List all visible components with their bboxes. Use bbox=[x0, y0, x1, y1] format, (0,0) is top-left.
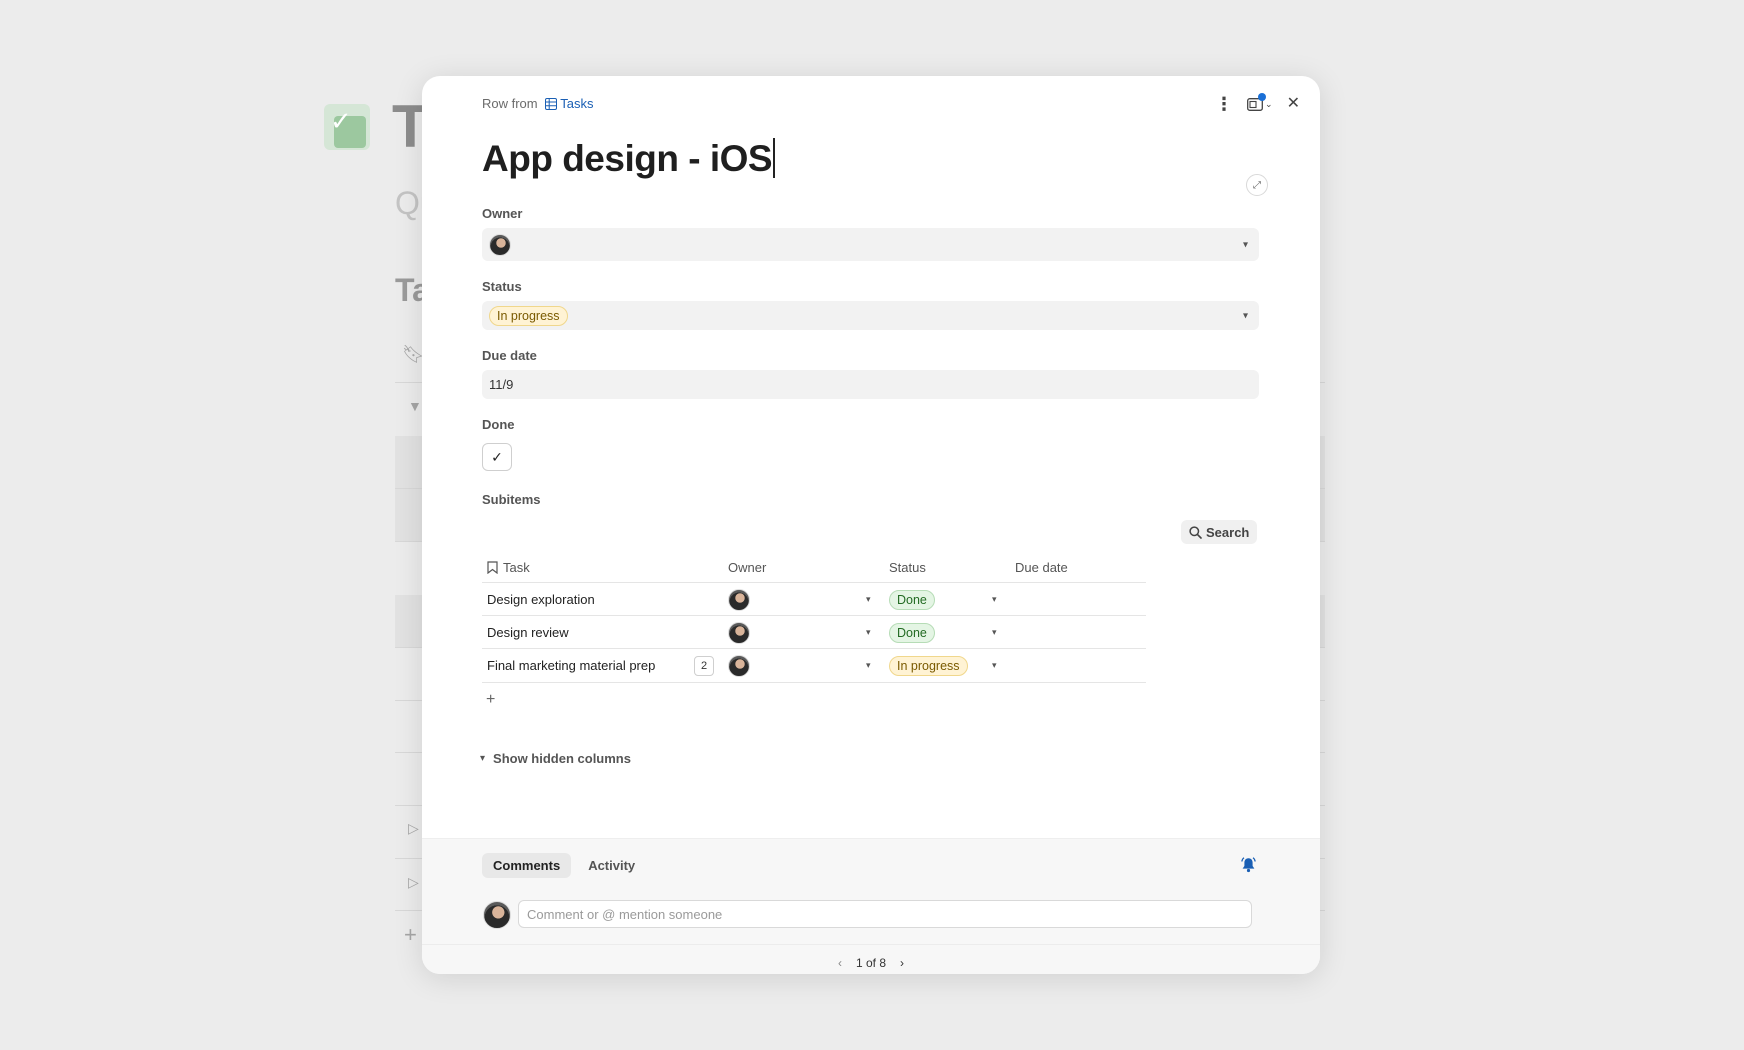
search-label: Search bbox=[1206, 524, 1250, 540]
show-hidden-columns-toggle[interactable]: ▾ Show hidden columns bbox=[480, 751, 631, 766]
done-label: Done bbox=[482, 417, 515, 432]
tab-comments[interactable]: Comments bbox=[482, 853, 572, 878]
top-actions: ⋮ ⌄ ✕ bbox=[1215, 90, 1300, 118]
status-label: Status bbox=[482, 279, 522, 294]
count-value: 2 bbox=[694, 655, 714, 676]
comments-panel: Comments Activity ‹ 1 of 8 › bbox=[422, 838, 1320, 974]
subitems-label: Subitems bbox=[482, 492, 541, 507]
table-row[interactable]: Design review ▾ Done ▾ bbox=[482, 615, 1146, 649]
avatar bbox=[728, 621, 750, 644]
pager-text: 1 of 8 bbox=[855, 956, 887, 970]
task-cell[interactable]: Design exploration bbox=[487, 583, 595, 616]
bookmark-icon bbox=[487, 560, 498, 574]
search-button[interactable]: Search bbox=[1181, 520, 1258, 544]
plus-icon: + bbox=[404, 922, 417, 947]
add-subitem-button[interactable]: + bbox=[486, 691, 495, 709]
chevron-down-icon[interactable]: ▾ bbox=[866, 583, 871, 616]
status-badge: Done bbox=[889, 589, 935, 610]
status-badge: In progress bbox=[489, 305, 568, 326]
page-icon: ✓ bbox=[324, 104, 370, 150]
chevron-down-icon: ⌄ bbox=[1265, 98, 1273, 109]
row-detail-modal: Row from Tasks ⋮ ⌄ ✕ App design - iOS ⤢ … bbox=[422, 76, 1320, 974]
avatar bbox=[489, 233, 511, 256]
row-from-prefix: Row from bbox=[482, 96, 538, 111]
avatar bbox=[728, 588, 750, 611]
modal-topbar: Row from Tasks ⋮ ⌄ ✕ bbox=[482, 90, 1300, 118]
text-caret bbox=[773, 138, 775, 178]
status-cell[interactable]: In progress bbox=[889, 649, 968, 682]
task-cell[interactable]: Design review bbox=[487, 616, 569, 649]
table-icon bbox=[545, 98, 558, 113]
due-date-label: Due date bbox=[482, 348, 537, 363]
column-header-due-date[interactable]: Due date bbox=[1015, 552, 1068, 582]
avatar bbox=[483, 901, 511, 929]
chevron-down-icon[interactable]: ▾ bbox=[992, 649, 997, 682]
task-cell[interactable]: Final marketing material prep bbox=[487, 649, 655, 682]
owner-cell[interactable] bbox=[728, 583, 750, 616]
table-row[interactable]: Design exploration ▾ Done ▾ bbox=[482, 582, 1146, 616]
notification-dot bbox=[1258, 92, 1267, 101]
due-date-value: 11/9 bbox=[489, 377, 514, 392]
subitem-count-badge[interactable]: 2 bbox=[694, 649, 714, 682]
status-field[interactable]: In progress ▾ bbox=[482, 301, 1259, 330]
previous-icon[interactable]: ‹ bbox=[838, 956, 842, 970]
triangle-down-icon: ▼ bbox=[408, 398, 422, 414]
row-title[interactable]: App design - iOS bbox=[482, 138, 773, 179]
triangle-right-icon: ▷ bbox=[408, 820, 419, 836]
bell-icon[interactable] bbox=[1241, 857, 1256, 877]
chevron-down-icon[interactable]: ▾ bbox=[866, 649, 871, 682]
tasks-table-link[interactable]: Tasks bbox=[560, 96, 593, 111]
due-date-field[interactable]: 11/9 bbox=[482, 370, 1259, 399]
chevron-down-icon: ▾ bbox=[1242, 239, 1248, 250]
comment-input[interactable] bbox=[518, 900, 1252, 928]
table-row[interactable]: Final marketing material prep 2 ▾ In pro… bbox=[482, 648, 1146, 683]
close-icon[interactable]: ✕ bbox=[1287, 96, 1300, 112]
column-header-task[interactable]: Task bbox=[487, 552, 530, 582]
show-hidden-columns-label: Show hidden columns bbox=[493, 751, 631, 766]
pager: ‹ 1 of 8 › bbox=[422, 949, 1320, 974]
status-cell[interactable]: Done bbox=[889, 616, 935, 649]
column-header-owner[interactable]: Owner bbox=[728, 552, 766, 582]
avatar bbox=[728, 654, 750, 677]
chevron-down-icon[interactable]: ▾ bbox=[992, 616, 997, 649]
column-label: Task bbox=[503, 559, 530, 575]
status-cell[interactable]: Done bbox=[889, 583, 935, 616]
tab-activity[interactable]: Activity bbox=[577, 853, 646, 878]
row-from-breadcrumb: Row from Tasks bbox=[482, 96, 593, 113]
next-icon[interactable]: › bbox=[900, 956, 904, 970]
comments-tabs: Comments Activity bbox=[482, 853, 646, 878]
column-header-status[interactable]: Status bbox=[889, 552, 926, 582]
status-badge: Done bbox=[889, 622, 935, 643]
owner-cell[interactable] bbox=[728, 616, 750, 649]
chevron-down-icon[interactable]: ▾ bbox=[866, 616, 871, 649]
chevron-down-icon: ▾ bbox=[480, 753, 486, 764]
more-options-icon[interactable]: ⋮ bbox=[1215, 95, 1233, 113]
done-checkbox[interactable]: ✓ bbox=[482, 443, 512, 471]
check-icon: ✓ bbox=[491, 448, 503, 465]
triangle-right-icon: ▷ bbox=[408, 874, 419, 890]
search-icon bbox=[1189, 525, 1202, 539]
owner-cell[interactable] bbox=[728, 649, 750, 682]
chevron-down-icon[interactable]: ▾ bbox=[992, 583, 997, 616]
owner-field[interactable]: ▾ bbox=[482, 228, 1259, 261]
status-badge: In progress bbox=[889, 655, 968, 676]
owner-label: Owner bbox=[482, 206, 523, 221]
chevron-down-icon: ▾ bbox=[1242, 310, 1248, 321]
view-options-button[interactable]: ⌄ bbox=[1247, 92, 1273, 111]
title-wrap: App design - iOS bbox=[482, 138, 775, 180]
expand-icon[interactable]: ⤢ bbox=[1246, 174, 1268, 196]
